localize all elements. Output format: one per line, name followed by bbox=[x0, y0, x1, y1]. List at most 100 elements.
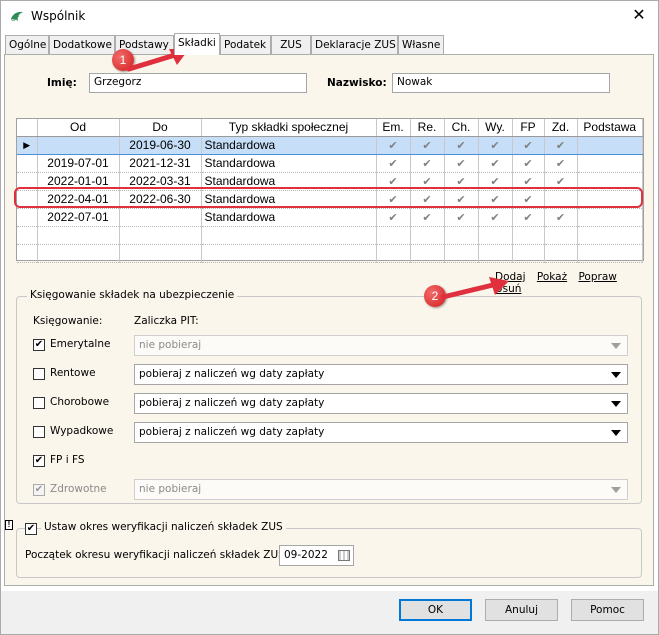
last-name-field[interactable]: Nowak bbox=[392, 73, 610, 93]
empty-cell bbox=[478, 226, 513, 245]
table-row[interactable]: 2022-07-01 Standardowa ✔ ✔ ✔ ✔ ✔ ✔ bbox=[17, 208, 643, 227]
row-indicator bbox=[17, 154, 38, 173]
empty-cell bbox=[512, 244, 545, 263]
check-icon: ✔ bbox=[456, 139, 466, 152]
check-icon: ✔ bbox=[490, 193, 500, 206]
tab-zus[interactable]: ZUS bbox=[271, 35, 311, 54]
fp-fs-checkbox[interactable]: ✔ bbox=[33, 455, 45, 467]
ch-cell: ✔ bbox=[444, 172, 479, 191]
add-link[interactable]: Dodaj bbox=[495, 271, 526, 283]
zdrowotne-pit-value: nie pobieraj bbox=[139, 483, 202, 495]
column-header-em[interactable]: Em. bbox=[376, 119, 411, 137]
wypadkowe-pit-select[interactable]: pobieraj z naliczeń wg daty zapłaty bbox=[134, 422, 628, 443]
verification-checkbox-label: Ustaw okres weryfikacji naliczeń składek… bbox=[41, 521, 286, 533]
verification-period-field[interactable]: 09-2022 bbox=[279, 545, 354, 566]
column-header-fp[interactable]: FP bbox=[512, 119, 545, 137]
zd-cell: ✔ bbox=[544, 154, 578, 173]
table-row[interactable]: 2019-07-01 2021-12-31 Standardowa ✔ ✔ ✔ ✔ ✔ ✔ bbox=[17, 154, 643, 173]
ok-button[interactable]: OK bbox=[399, 599, 472, 621]
close-icon[interactable]: ✕ bbox=[630, 6, 648, 24]
chorobowe-checkbox[interactable] bbox=[33, 397, 45, 409]
tab-podatek[interactable]: Podatek bbox=[220, 35, 271, 54]
zd-cell bbox=[544, 190, 578, 209]
tab-dodatkowe[interactable]: Dodatkowe bbox=[49, 35, 115, 54]
re-cell: ✔ bbox=[410, 190, 445, 209]
tab-skladki[interactable]: Składki bbox=[174, 33, 220, 55]
tab-ogolne[interactable]: Ogólne bbox=[5, 35, 49, 54]
zdrowotne-pit-select: nie pobieraj bbox=[134, 479, 628, 500]
empty-cell bbox=[410, 226, 445, 245]
table-row[interactable]: 2022-04-01 2022-06-30 Standardowa ✔ ✔ ✔ ✔ ✔ bbox=[17, 190, 643, 209]
table-row[interactable]: 2022-01-01 2022-03-31 Standardowa ✔ ✔ ✔ ✔ ✔ ✔ bbox=[17, 172, 643, 191]
column-header-typ[interactable]: Typ składki społecznej bbox=[201, 119, 377, 137]
fp-cell: ✔ bbox=[512, 190, 545, 209]
empty-cell bbox=[544, 244, 578, 263]
ch-cell: ✔ bbox=[444, 208, 479, 227]
first-name-label: Imię: bbox=[47, 77, 77, 89]
check-icon: ✔ bbox=[490, 139, 500, 152]
check-icon: ✔ bbox=[490, 157, 500, 170]
column-header-od[interactable]: Od bbox=[37, 119, 120, 137]
verification-checkbox[interactable]: ✔ bbox=[25, 523, 37, 535]
empty-cell bbox=[577, 226, 643, 245]
chevron-down-icon bbox=[611, 401, 621, 407]
column-header-ch[interactable]: Ch. bbox=[444, 119, 479, 137]
typ-cell: Standardowa bbox=[201, 135, 377, 155]
svg-text:GT: GT bbox=[11, 17, 20, 22]
delete-link[interactable]: Usuń bbox=[495, 283, 521, 295]
zdrowotne-label: Zdrowotne bbox=[50, 483, 107, 495]
check-icon: ✔ bbox=[523, 175, 533, 188]
check-icon: ✔ bbox=[388, 193, 398, 206]
empty-row bbox=[17, 226, 643, 245]
zdrowotne-checkbox: ✔ bbox=[33, 484, 45, 496]
od-cell bbox=[37, 135, 120, 155]
calendar-icon[interactable] bbox=[338, 550, 350, 561]
pit-column-header: Zaliczka PIT: bbox=[134, 315, 199, 327]
first-name-field[interactable]: Grzegorz bbox=[89, 73, 307, 93]
emerytalne-checkbox[interactable]: ✔ bbox=[33, 339, 45, 351]
emerytalne-pit-select: nie pobieraj bbox=[134, 335, 628, 356]
fp-cell: ✔ bbox=[512, 135, 545, 155]
tab-deklaracje-zus[interactable]: Deklaracje ZUS bbox=[311, 35, 398, 54]
column-header-wy[interactable]: Wy. bbox=[478, 119, 513, 137]
ch-cell: ✔ bbox=[444, 154, 479, 173]
column-header-zd[interactable]: Zd. bbox=[544, 119, 578, 137]
help-button[interactable]: Pomoc bbox=[571, 599, 644, 621]
ch-cell: ✔ bbox=[444, 135, 479, 155]
cancel-button[interactable]: Anuluj bbox=[485, 599, 558, 621]
rentowe-checkbox[interactable] bbox=[33, 368, 45, 380]
wy-cell: ✔ bbox=[478, 190, 513, 209]
wypadkowe-label: Wypadkowe bbox=[50, 425, 114, 437]
row-indicator bbox=[17, 190, 38, 209]
check-icon: ✔ bbox=[555, 139, 566, 152]
edit-link[interactable]: Popraw bbox=[578, 271, 616, 283]
column-header-podstawa[interactable]: Podstawa bbox=[577, 119, 643, 137]
do-cell: 2021-12-31 bbox=[119, 154, 202, 173]
chevron-down-icon bbox=[611, 430, 621, 436]
fp-cell: ✔ bbox=[512, 154, 545, 173]
tab-wlasne[interactable]: Własne bbox=[398, 35, 444, 54]
check-icon: ✔ bbox=[490, 175, 500, 188]
rentowe-pit-select[interactable]: pobieraj z naliczeń wg daty zapłaty bbox=[134, 364, 628, 385]
fp-cell: ✔ bbox=[512, 172, 545, 191]
do-cell: 2022-06-30 bbox=[119, 190, 202, 209]
column-header-do[interactable]: Do bbox=[119, 119, 202, 137]
od-cell: 2022-04-01 bbox=[37, 190, 120, 209]
empty-cell bbox=[119, 244, 202, 263]
table-row[interactable]: ▶ 2019-06-30 Standardowa ✔ ✔ ✔ ✔ ✔ ✔ bbox=[17, 135, 643, 155]
column-header-re[interactable]: Re. bbox=[410, 119, 445, 137]
annotation-badge-2: 2 bbox=[424, 285, 446, 307]
chevron-down-icon bbox=[611, 487, 621, 493]
verification-period-label: Początek okresu weryfikacji naliczeń skł… bbox=[25, 549, 289, 561]
tab-strip: Ogólne Dodatkowe Podstawy Składki Podate… bbox=[5, 33, 655, 55]
last-name-label: Nazwisko: bbox=[327, 77, 387, 89]
wypadkowe-checkbox[interactable] bbox=[33, 426, 45, 438]
podstawa-cell bbox=[577, 135, 643, 155]
check-icon: ✔ bbox=[555, 157, 566, 170]
show-link[interactable]: Pokaż bbox=[537, 271, 567, 283]
wy-cell: ✔ bbox=[478, 135, 513, 155]
check-icon: ✔ bbox=[388, 139, 398, 152]
chorobowe-pit-select[interactable]: pobieraj z naliczeń wg daty zapłaty bbox=[134, 393, 628, 414]
warning-icon: ! bbox=[5, 520, 13, 530]
contributions-table[interactable]: Od Do Typ składki społecznej Em. Re. Ch.… bbox=[16, 118, 644, 263]
